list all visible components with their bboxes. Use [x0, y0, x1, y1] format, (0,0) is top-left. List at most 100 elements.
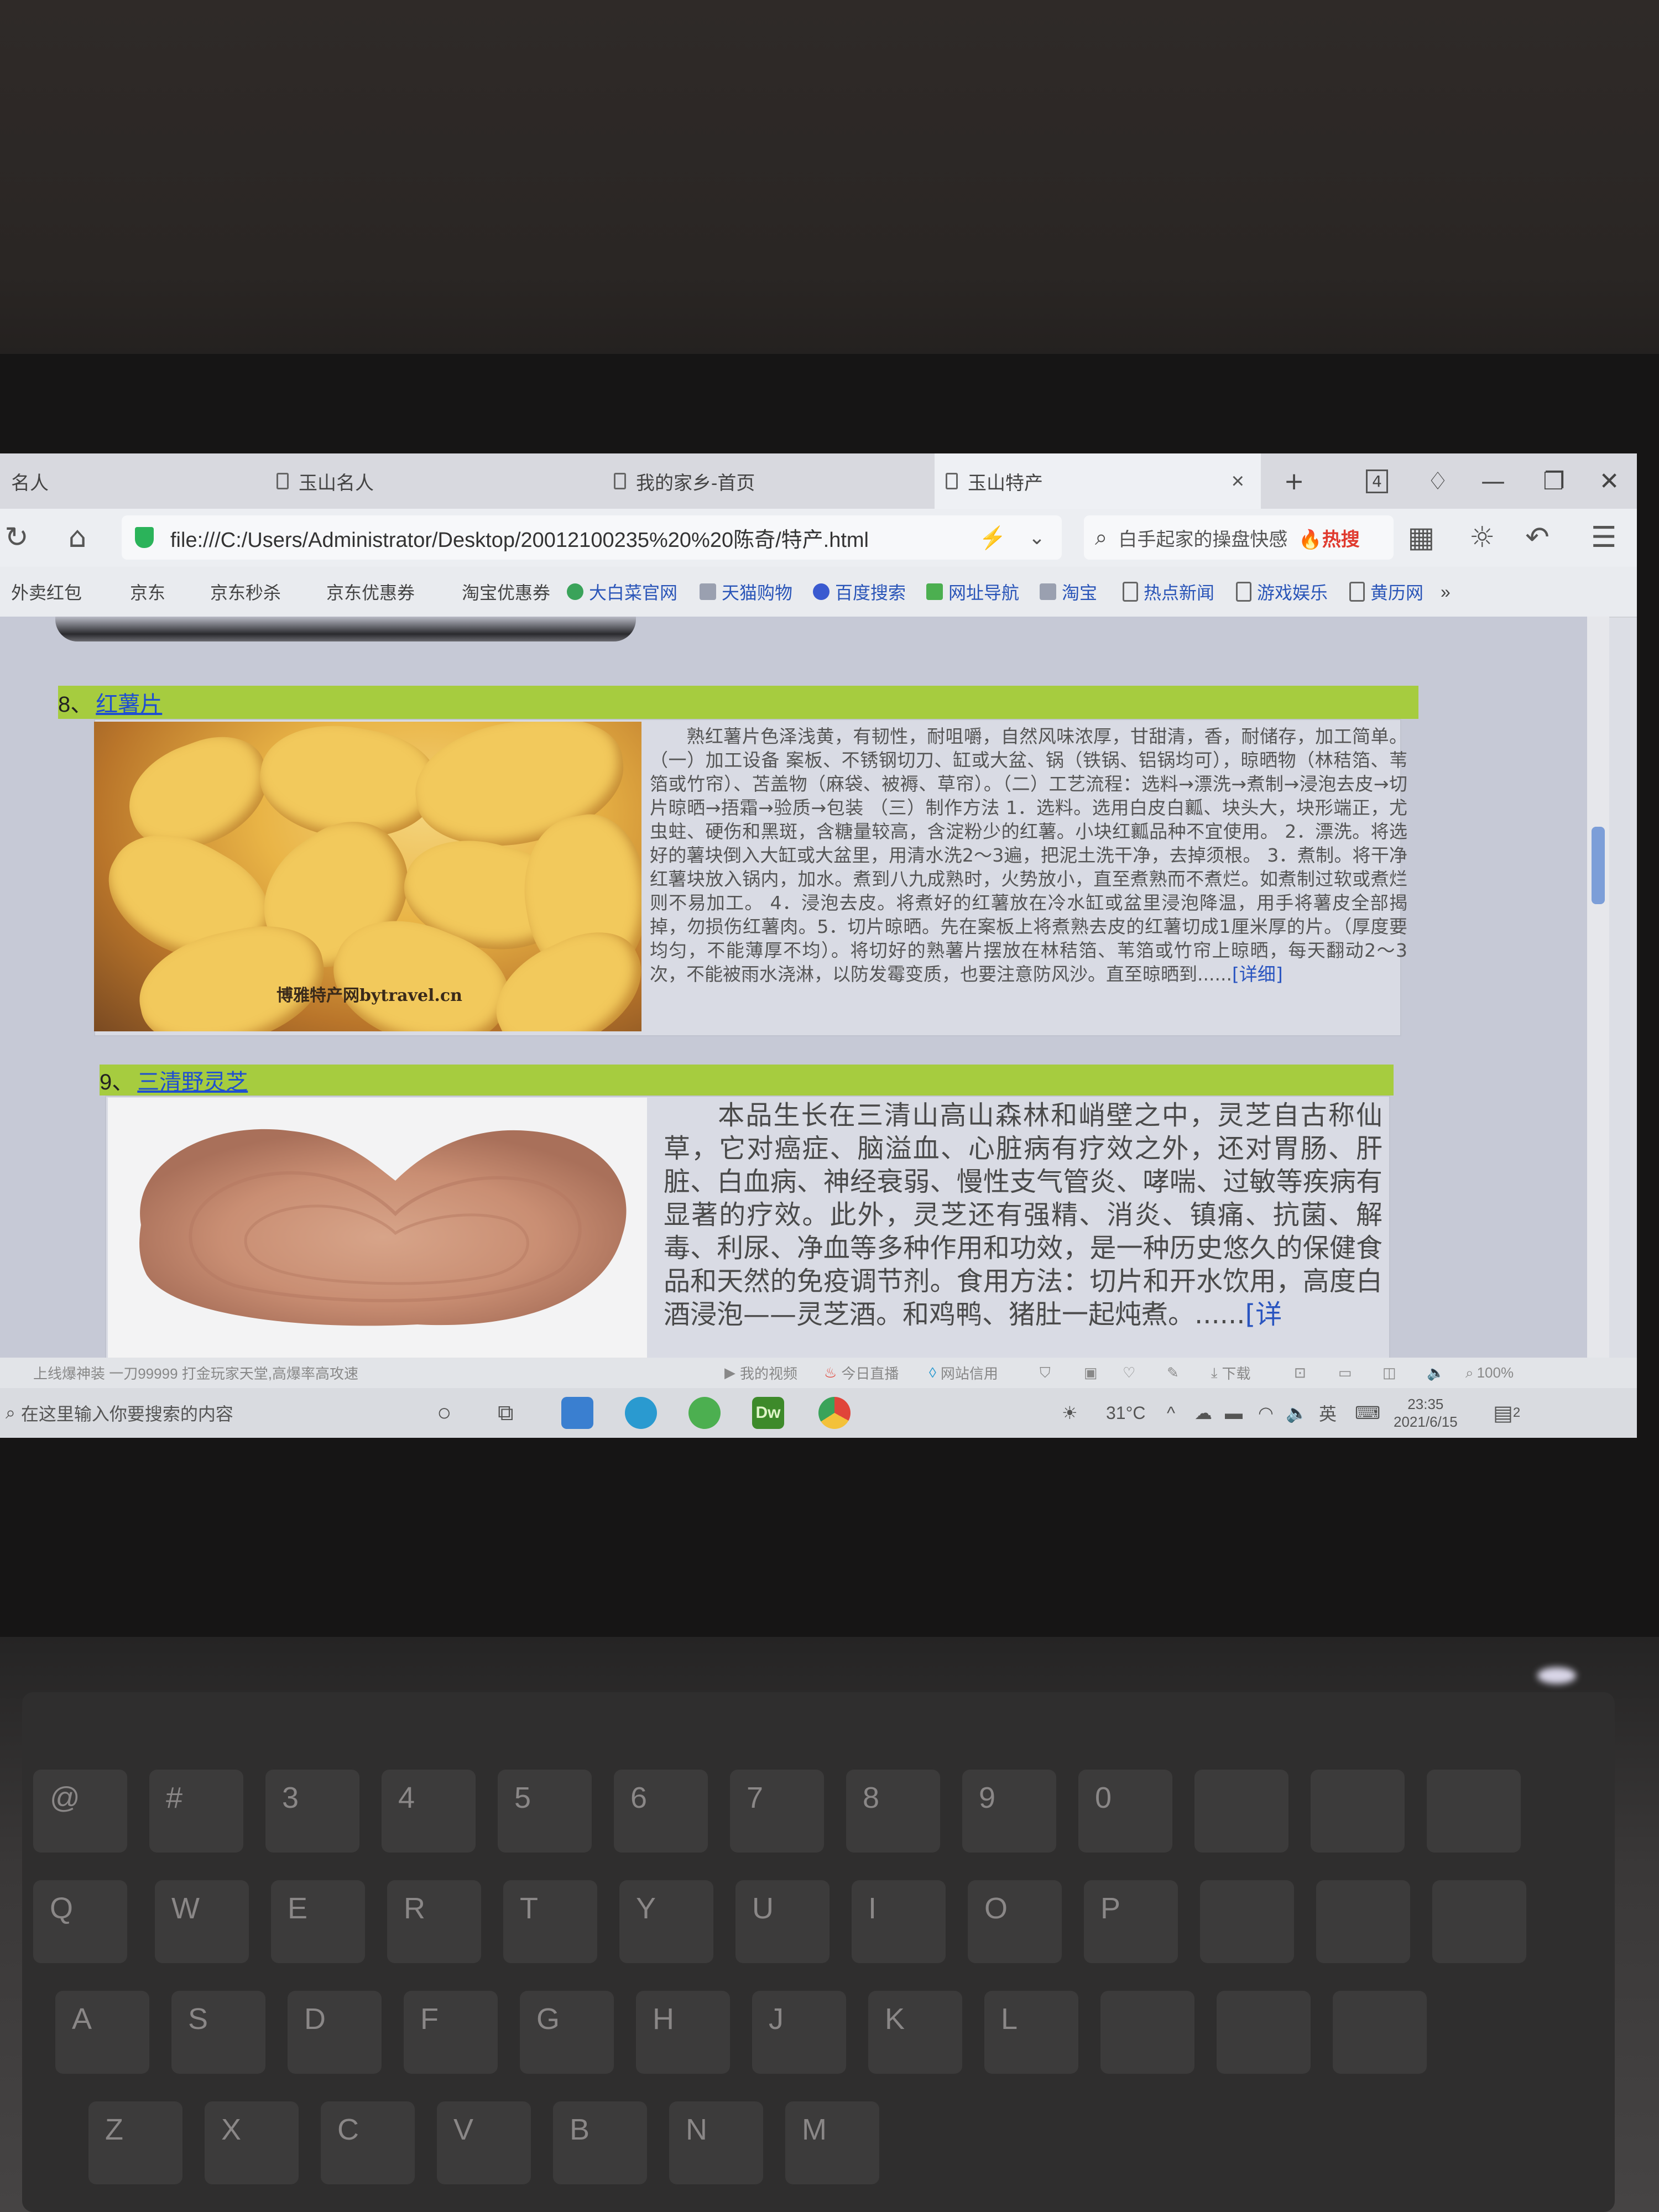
home-icon[interactable]: ⌂ — [55, 515, 100, 560]
key[interactable]: S — [171, 1991, 265, 2074]
key[interactable]: # — [149, 1770, 243, 1853]
key[interactable]: N — [669, 2101, 763, 2184]
bookmark-item[interactable]: 京东秒杀 — [210, 567, 281, 617]
item-title-link[interactable]: 三清野灵芝 — [137, 1064, 248, 1096]
bookmark-item[interactable]: 淘宝优惠券 — [462, 567, 550, 617]
details-link[interactable]: [详细] — [1232, 963, 1283, 985]
key[interactable]: R — [387, 1880, 481, 1963]
key[interactable]: 3 — [265, 1770, 359, 1853]
refresh-icon[interactable]: ↻ — [0, 515, 39, 560]
key[interactable]: 9 — [962, 1770, 1056, 1853]
menu-icon[interactable]: ☰ — [1582, 515, 1626, 560]
item-title-link[interactable]: 红薯片 — [96, 686, 162, 718]
status-news-ticker[interactable]: 上线爆神装 一刀99999 打金玩家天堂,高爆率高攻速 — [33, 1358, 358, 1388]
tool-icon[interactable]: ✎ — [1167, 1358, 1179, 1388]
chrome-app-icon[interactable] — [818, 1388, 851, 1438]
cloud-icon[interactable]: ☁ — [1194, 1388, 1212, 1438]
key[interactable]: P — [1084, 1880, 1178, 1963]
close-tab-icon[interactable]: × — [1232, 469, 1244, 494]
key[interactable] — [1194, 1770, 1288, 1853]
task-view-icon[interactable]: ⧉ — [498, 1388, 514, 1438]
key[interactable]: H — [636, 1991, 730, 2074]
bookmark-item[interactable]: 黄历网 — [1349, 567, 1423, 617]
key[interactable]: C — [321, 2101, 415, 2184]
ime-indicator[interactable]: 英 — [1319, 1388, 1337, 1438]
status-site-credit[interactable]: ◊ 网站信用 — [929, 1358, 998, 1388]
key[interactable]: @ — [33, 1770, 127, 1853]
key[interactable]: Y — [619, 1880, 713, 1963]
key[interactable]: E — [271, 1880, 365, 1963]
key[interactable]: X — [205, 2101, 299, 2184]
tab-yushan-techan[interactable]: 玉山特产 × — [935, 453, 1261, 509]
key[interactable]: G — [520, 1991, 614, 2074]
close-window-button[interactable]: ✕ — [1582, 453, 1637, 509]
search-input[interactable]: ⌕ 白手起家的操盘快感 🔥热搜 — [1084, 515, 1394, 560]
restore-button[interactable]: ❐ — [1526, 453, 1582, 509]
bookmark-item[interactable]: 百度搜索 — [813, 567, 906, 617]
tab-yushan-mingren[interactable]: 玉山名人 — [265, 453, 592, 509]
skin-icon[interactable]: ♢ — [1410, 453, 1465, 509]
lightning-icon[interactable]: ⚡ — [979, 525, 1006, 551]
key[interactable]: Q — [33, 1880, 127, 1963]
status-my-videos[interactable]: ▶ 我的视频 — [724, 1358, 797, 1388]
key[interactable]: Z — [88, 2101, 182, 2184]
hot-search-badge[interactable]: 🔥热搜 — [1298, 524, 1359, 551]
keyboard-icon[interactable]: ⌨ — [1355, 1388, 1380, 1438]
heart-icon[interactable]: ♡ — [1123, 1358, 1135, 1388]
page-scrollbar[interactable] — [1587, 617, 1609, 1358]
split-icon[interactable]: ◫ — [1383, 1358, 1396, 1388]
scrollbar-thumb[interactable] — [1592, 827, 1605, 904]
key[interactable] — [1311, 1770, 1405, 1853]
bookmark-item[interactable]: 热点新闻 — [1123, 567, 1214, 617]
bookmark-item[interactable]: 游戏娱乐 — [1236, 567, 1328, 617]
bookmark-item[interactable]: 淘宝 — [1040, 567, 1097, 617]
url-field[interactable]: file:///C:/Users/Administrator/Desktop/2… — [122, 515, 1062, 560]
key[interactable]: 7 — [730, 1770, 824, 1853]
key[interactable]: 8 — [846, 1770, 940, 1853]
zoom-control[interactable]: ⌕ 100% — [1465, 1358, 1514, 1388]
key[interactable]: K — [868, 1991, 962, 2074]
key[interactable]: 4 — [382, 1770, 476, 1853]
weather-icon[interactable]: ☀ — [1062, 1388, 1078, 1438]
key[interactable] — [1316, 1880, 1410, 1963]
taskbar-search-input[interactable]: ⌕ 在这里输入你要搜索的内容 — [0, 1388, 233, 1438]
download-button[interactable]: ⤓ 下载 — [1211, 1358, 1251, 1388]
bookmarks-more-button[interactable]: » — [1441, 567, 1451, 617]
key[interactable]: A — [55, 1991, 149, 2074]
image-icon[interactable]: ▣ — [1084, 1358, 1098, 1388]
browser-app-icon[interactable] — [688, 1388, 721, 1438]
edge-app-icon[interactable] — [625, 1388, 657, 1438]
key[interactable]: F — [404, 1991, 498, 2074]
key[interactable]: T — [503, 1880, 597, 1963]
key[interactable] — [1427, 1770, 1521, 1853]
key[interactable] — [1200, 1880, 1294, 1963]
apps-grid-icon[interactable]: ▦ — [1399, 515, 1443, 560]
key[interactable]: 5 — [498, 1770, 592, 1853]
key[interactable]: M — [785, 2101, 879, 2184]
key[interactable]: L — [984, 1991, 1078, 2074]
tab-mingren[interactable]: 名人 — [0, 453, 260, 509]
lock-icon[interactable]: ⊡ — [1294, 1358, 1306, 1388]
key[interactable] — [1432, 1880, 1526, 1963]
volume-icon[interactable]: 🔈 — [1286, 1388, 1308, 1438]
battery-icon[interactable]: ▬ — [1225, 1388, 1243, 1438]
key[interactable]: V — [437, 2101, 531, 2184]
window-icon[interactable]: ▭ — [1338, 1358, 1352, 1388]
bookmark-item[interactable]: 天猫购物 — [700, 567, 792, 617]
key[interactable]: B — [553, 2101, 647, 2184]
chevron-down-icon[interactable]: ⌄ — [1029, 526, 1045, 549]
new-tab-button[interactable]: + — [1266, 453, 1322, 509]
key[interactable]: 6 — [614, 1770, 708, 1853]
key[interactable]: J — [752, 1991, 846, 2074]
cortana-icon[interactable]: ○ — [437, 1388, 452, 1438]
bookmark-item[interactable]: 京东 — [130, 567, 165, 617]
bookmark-item[interactable]: 京东优惠券 — [326, 567, 415, 617]
status-live[interactable]: ♨ 今日直播 — [824, 1358, 899, 1388]
brightness-icon[interactable]: ☼ — [1460, 515, 1504, 560]
bookmark-item[interactable]: 网址导航 — [926, 567, 1019, 617]
sound-icon[interactable]: 🔈 — [1427, 1358, 1444, 1388]
key[interactable]: I — [852, 1880, 946, 1963]
details-link[interactable]: [详 — [1245, 1299, 1282, 1330]
bookmark-item[interactable]: 外卖红包 — [11, 567, 82, 617]
key[interactable]: 0 — [1078, 1770, 1172, 1853]
